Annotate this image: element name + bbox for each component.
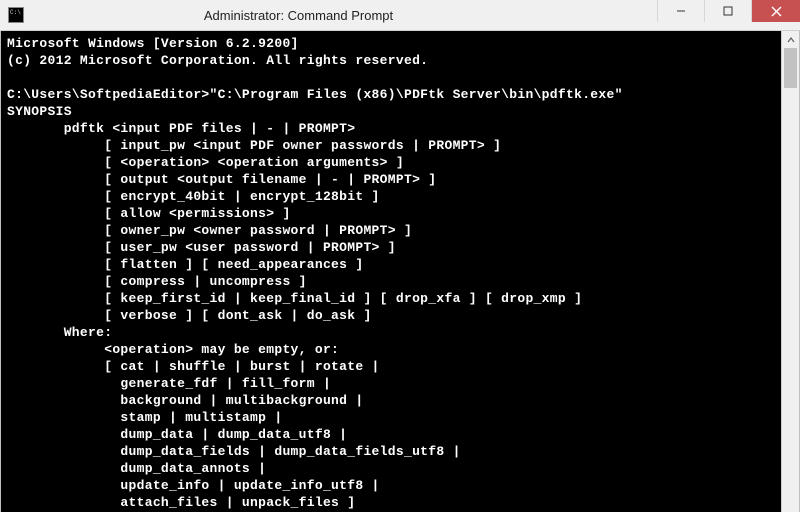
console-line: generate_fdf | fill_form | [7, 376, 331, 391]
window-controls [657, 0, 800, 30]
window-frame: Administrator: Command Prompt Microsoft … [0, 0, 800, 512]
title-bar[interactable]: Administrator: Command Prompt [0, 0, 800, 31]
console-line: attach_files | unpack_files ] [7, 495, 355, 510]
console-line: C:\Users\SoftpediaEditor>"C:\Program Fil… [7, 87, 623, 102]
console-line: pdftk <input PDF files | - | PROMPT> [7, 121, 355, 136]
console-line: [ cat | shuffle | burst | rotate | [7, 359, 380, 374]
scroll-up-button[interactable] [782, 31, 799, 48]
console-line: update_info | update_info_utf8 | [7, 478, 380, 493]
console-line: stamp | multistamp | [7, 410, 282, 425]
console-line: dump_data_fields | dump_data_fields_utf8… [7, 444, 461, 459]
console-line: [ <operation> <operation arguments> ] [7, 155, 404, 170]
close-icon [771, 6, 782, 17]
close-button[interactable] [751, 0, 800, 22]
client-area: Microsoft Windows [Version 6.2.9200] (c)… [0, 31, 800, 512]
console-line: dump_data | dump_data_utf8 | [7, 427, 347, 442]
scrollbar-thumb[interactable] [784, 48, 797, 88]
console-line: [ encrypt_40bit | encrypt_128bit ] [7, 189, 380, 204]
app-icon [8, 7, 24, 23]
minimize-icon [676, 6, 686, 16]
console-line: dump_data_annots | [7, 461, 266, 476]
console-line: [ allow <permissions> ] [7, 206, 291, 221]
console-line: [ verbose ] [ dont_ask | do_ask ] [7, 308, 372, 323]
console-line: Where: [7, 325, 112, 340]
console-output[interactable]: Microsoft Windows [Version 6.2.9200] (c)… [1, 31, 781, 512]
vertical-scrollbar[interactable] [781, 31, 799, 512]
console-line: [ flatten ] [ need_appearances ] [7, 257, 363, 272]
minimize-button[interactable] [657, 0, 704, 22]
window-title: Administrator: Command Prompt [0, 8, 657, 23]
scrollbar-track[interactable] [782, 48, 799, 512]
console-line: [ output <output filename | - | PROMPT> … [7, 172, 436, 187]
console-line: (c) 2012 Microsoft Corporation. All righ… [7, 53, 428, 68]
console-line: [ compress | uncompress ] [7, 274, 307, 289]
console-line: [ input_pw <input PDF owner passwords | … [7, 138, 501, 153]
console-line: Microsoft Windows [Version 6.2.9200] [7, 36, 299, 51]
console-line: <operation> may be empty, or: [7, 342, 339, 357]
maximize-icon [723, 6, 733, 16]
console-line: [ user_pw <user password | PROMPT> ] [7, 240, 396, 255]
console-line: SYNOPSIS [7, 104, 72, 119]
chevron-up-icon [787, 36, 795, 44]
maximize-button[interactable] [704, 0, 751, 22]
console-line: [ keep_first_id | keep_final_id ] [ drop… [7, 291, 582, 306]
console-line: background | multibackground | [7, 393, 363, 408]
console-line: [ owner_pw <owner password | PROMPT> ] [7, 223, 412, 238]
